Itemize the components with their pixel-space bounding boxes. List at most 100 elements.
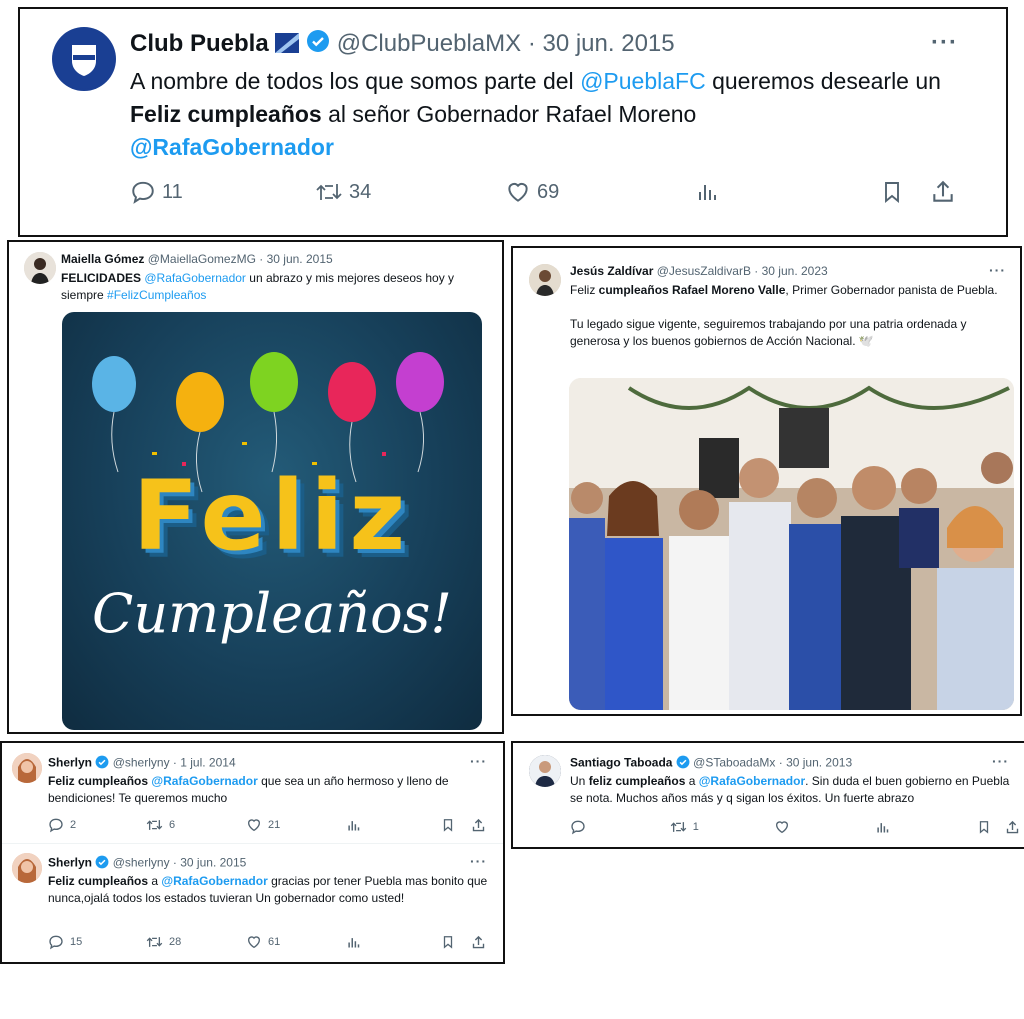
tweet-header: Sherlyn @sherlyny · 30 jun. 2015: [48, 855, 246, 872]
bookmark-icon: [443, 936, 453, 949]
person-avatar-icon: [529, 264, 561, 296]
timestamp[interactable]: · 30 jun. 2015: [528, 30, 675, 57]
mention-link[interactable]: @PueblaFC: [580, 68, 706, 94]
avatar[interactable]: [12, 753, 42, 783]
views-button[interactable]: [346, 818, 441, 833]
views-chart-icon: [348, 937, 360, 947]
handle[interactable]: @sherlyny: [113, 756, 170, 770]
mention-link[interactable]: @RafaGobernador: [144, 271, 246, 285]
tweet-sherlyn-2015[interactable]: Sherlyn @sherlyny · 30 jun. 2015 ··· Fel…: [2, 843, 503, 962]
bookmark-icon: [885, 182, 899, 204]
more-options-button[interactable]: ···: [470, 753, 487, 769]
bookmark-icon: [979, 821, 989, 834]
retweet-button[interactable]: 28: [146, 934, 246, 950]
reply-count: 15: [70, 936, 83, 948]
timestamp[interactable]: · 1 jul. 2014: [173, 756, 236, 770]
bookmark-button[interactable]: [441, 934, 471, 950]
hashtag-link[interactable]: #FelizCumpleaños: [107, 288, 206, 302]
tweet-text: Feliz cumpleaños a @RafaGobernador graci…: [48, 873, 488, 907]
avatar[interactable]: [529, 264, 561, 296]
tweet-club-puebla[interactable]: Club Puebla @ClubPueblaMX · 30 jun. 2015…: [18, 7, 1008, 237]
avatar[interactable]: [52, 27, 116, 91]
views-button[interactable]: [875, 820, 977, 835]
avatar[interactable]: [529, 755, 561, 787]
mention-link[interactable]: @RafaGobernador: [130, 134, 334, 160]
timestamp[interactable]: · 30 jun. 2023: [754, 264, 827, 278]
display-name[interactable]: Sherlyn: [48, 756, 92, 770]
handle[interactable]: @STaboadaMx: [693, 756, 775, 770]
bookmark-button[interactable]: [441, 817, 471, 833]
like-count: 69: [537, 180, 560, 203]
bold-text: FELICIDADES: [61, 271, 142, 285]
retweet-button[interactable]: 34: [315, 179, 505, 205]
timestamp[interactable]: · 30 jun. 2015: [173, 856, 246, 870]
reply-button[interactable]: 11: [130, 179, 315, 205]
bookmark-button[interactable]: [880, 179, 930, 205]
handle[interactable]: @MaiellaGomezMG: [148, 252, 256, 266]
timestamp[interactable]: · 30 jun. 2013: [779, 756, 852, 770]
share-button[interactable]: [930, 179, 956, 205]
share-button[interactable]: [471, 818, 486, 833]
avatar[interactable]: [24, 252, 56, 284]
tweet-sherlyn-2014[interactable]: Sherlyn @sherlyny · 1 jul. 2014 ··· Feli…: [2, 743, 503, 843]
birthday-image[interactable]: Feliz Cumpleaños!: [62, 312, 482, 730]
retweet-icon: [146, 937, 163, 947]
bookmark-button[interactable]: [977, 819, 1005, 835]
more-options-button[interactable]: ···: [470, 853, 487, 869]
tweet-header: Maiella Gómez @MaiellaGomezMG · 30 jun. …: [61, 252, 333, 266]
text-segment: Un: [570, 774, 589, 788]
mention-link[interactable]: @RafaGobernador: [151, 774, 257, 788]
tweet-jesus-zaldivar[interactable]: Jesús Zaldívar @JesusZaldivarB · 30 jun.…: [511, 246, 1022, 716]
group-photo[interactable]: [569, 378, 1014, 710]
reply-button[interactable]: 2: [48, 817, 146, 833]
views-button[interactable]: [695, 180, 880, 204]
tweet-header: Club Puebla @ClubPueblaMX · 30 jun. 2015: [130, 29, 675, 60]
tweet-actions: 1: [570, 819, 1020, 835]
handle[interactable]: @sherlyny: [113, 856, 170, 870]
like-button[interactable]: [774, 819, 876, 835]
like-button[interactable]: 69: [505, 179, 695, 205]
reply-button[interactable]: 15: [48, 934, 146, 950]
retweet-count: 1: [692, 821, 699, 833]
tweet-actions: 2 6 21: [48, 817, 488, 833]
person-avatar-icon: [12, 853, 42, 883]
handle[interactable]: @ClubPueblaMX: [337, 30, 521, 57]
more-options-button[interactable]: ···: [989, 262, 1006, 278]
retweet-button[interactable]: 1: [670, 819, 774, 835]
like-button[interactable]: 21: [246, 817, 346, 833]
tweet-header: Sherlyn @sherlyny · 1 jul. 2014: [48, 755, 236, 772]
reply-count: 2: [70, 819, 77, 831]
tweet-header: Santiago Taboada @STaboadaMx · 30 jun. 2…: [570, 755, 852, 772]
group-photo-illustration: [569, 378, 1014, 710]
more-options-button[interactable]: ···: [931, 29, 958, 57]
share-button[interactable]: [1005, 820, 1020, 835]
tweet-maiella-gomez[interactable]: Maiella Gómez @MaiellaGomezMG · 30 jun. …: [7, 240, 504, 734]
handle[interactable]: @JesusZaldivarB: [657, 264, 751, 278]
display-name[interactable]: Club Puebla: [130, 30, 269, 57]
mention-link[interactable]: @RafaGobernador: [699, 774, 805, 788]
display-name[interactable]: Sherlyn: [48, 856, 92, 870]
retweet-count: 28: [169, 936, 182, 948]
reply-button[interactable]: [570, 819, 670, 835]
avatar[interactable]: [12, 853, 42, 883]
mention-link[interactable]: @RafaGobernador: [161, 874, 267, 888]
tweet-actions: 15 28 61: [48, 934, 488, 950]
verified-badge-icon: [306, 29, 330, 60]
bold-text: Feliz cumpleaños: [130, 101, 322, 127]
bold-text: feliz cumpleaños: [588, 774, 686, 788]
share-button[interactable]: [471, 935, 486, 950]
like-button[interactable]: 61: [246, 934, 346, 950]
tweets-sherlyn: Sherlyn @sherlyny · 1 jul. 2014 ··· Feli…: [0, 741, 505, 964]
tweet-text: FELICIDADES @RafaGobernador un abrazo y …: [61, 270, 491, 304]
tweet-santiago-taboada[interactable]: Santiago Taboada @STaboadaMx · 30 jun. 2…: [511, 741, 1024, 849]
views-button[interactable]: [346, 935, 441, 950]
retweet-button[interactable]: 6: [146, 817, 246, 833]
display-name[interactable]: Maiella Gómez: [61, 252, 144, 266]
reply-icon: [49, 935, 63, 950]
more-options-button[interactable]: ···: [992, 753, 1009, 769]
display-name[interactable]: Jesús Zaldívar: [570, 264, 653, 278]
timestamp[interactable]: · 30 jun. 2015: [259, 252, 332, 266]
views-chart-icon: [877, 822, 889, 832]
display-name[interactable]: Santiago Taboada: [570, 756, 672, 770]
heart-icon: [247, 819, 261, 832]
